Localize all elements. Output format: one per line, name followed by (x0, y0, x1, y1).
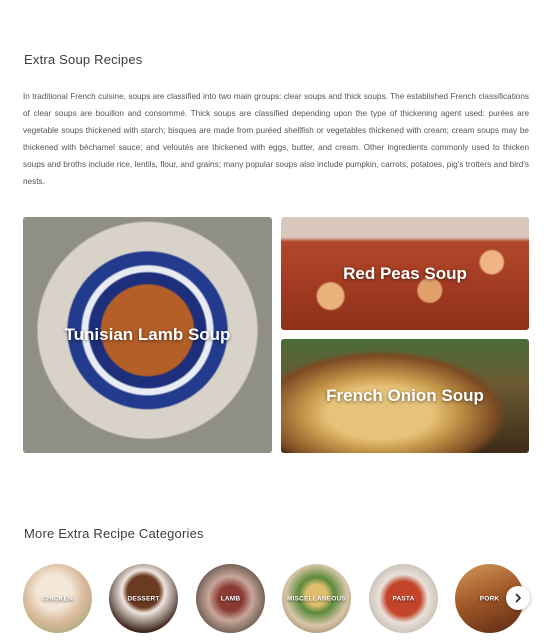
category-dessert[interactable]: DESSERT (109, 564, 178, 633)
category-pasta[interactable]: PASTA (369, 564, 438, 633)
intro-paragraph: In traditional French cuisine, soups are… (23, 92, 529, 186)
category-carousel: CHICKEN DESSERT LAMB MISCELLANEOUS PASTA… (23, 564, 529, 634)
carousel-next-button[interactable] (506, 586, 530, 610)
category-label: MISCELLANEOUS (287, 595, 346, 602)
category-label: DESSERT (127, 595, 160, 602)
recipe-card-red-peas-soup[interactable]: Red Peas Soup (281, 217, 529, 330)
extra-recipes-title: Extra Soup Recipes (24, 52, 143, 67)
recipe-card-label: French Onion Soup (326, 386, 484, 405)
category-label: PASTA (392, 595, 415, 602)
category-label: CHICKEN (41, 595, 73, 602)
recipe-card-french-onion-soup[interactable]: French Onion Soup (281, 339, 529, 453)
recipe-card-label: Red Peas Soup (343, 263, 467, 283)
recipe-card-tunisian-lamb-soup[interactable]: Tunisian Lamb Soup (23, 217, 272, 453)
category-lamb[interactable]: LAMB (196, 564, 265, 633)
recipe-card-label: Tunisian Lamb Soup (64, 325, 231, 344)
more-categories-title: More Extra Recipe Categories (24, 526, 204, 541)
category-chicken[interactable]: CHICKEN (23, 564, 92, 633)
category-label: LAMB (220, 595, 241, 602)
category-miscellaneous[interactable]: MISCELLANEOUS (282, 564, 351, 633)
chevron-right-icon (515, 593, 521, 603)
